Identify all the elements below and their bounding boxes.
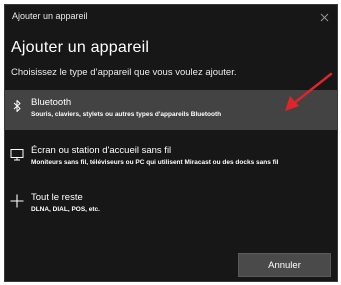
monitor-icon: [9, 146, 25, 162]
add-device-dialog: Ajouter un appareil Ajouter un appareil …: [4, 4, 338, 282]
title-bar: Ajouter un appareil: [5, 5, 337, 29]
option-description: DLNA, DIAL, POS, etc.: [31, 206, 100, 213]
option-description: Moniteurs sans fil, téléviseurs ou PC qu…: [31, 159, 279, 166]
option-description: Souris, claviers, stylets ou autres type…: [31, 111, 222, 118]
option-title: Tout le reste: [31, 192, 83, 203]
close-icon: [320, 13, 328, 21]
option-wireless-display[interactable]: Écran ou station d'accueil sans fil Moni…: [5, 138, 337, 178]
option-title: Écran ou station d'accueil sans fil: [31, 145, 172, 156]
plus-icon: [9, 193, 25, 209]
page-title: Ajouter un appareil: [11, 39, 150, 56]
page-subtitle: Choisissez le type d’appareil que vous v…: [11, 67, 237, 78]
option-everything-else[interactable]: Tout le reste DLNA, DIAL, POS, etc.: [5, 185, 337, 225]
bluetooth-icon: [9, 98, 25, 114]
window-title: Ajouter un appareil: [12, 11, 88, 21]
option-title: Bluetooth: [31, 97, 72, 108]
annotation-arrow-icon: [285, 72, 333, 111]
cancel-button[interactable]: Annuler: [238, 253, 331, 277]
close-button[interactable]: [315, 8, 333, 26]
